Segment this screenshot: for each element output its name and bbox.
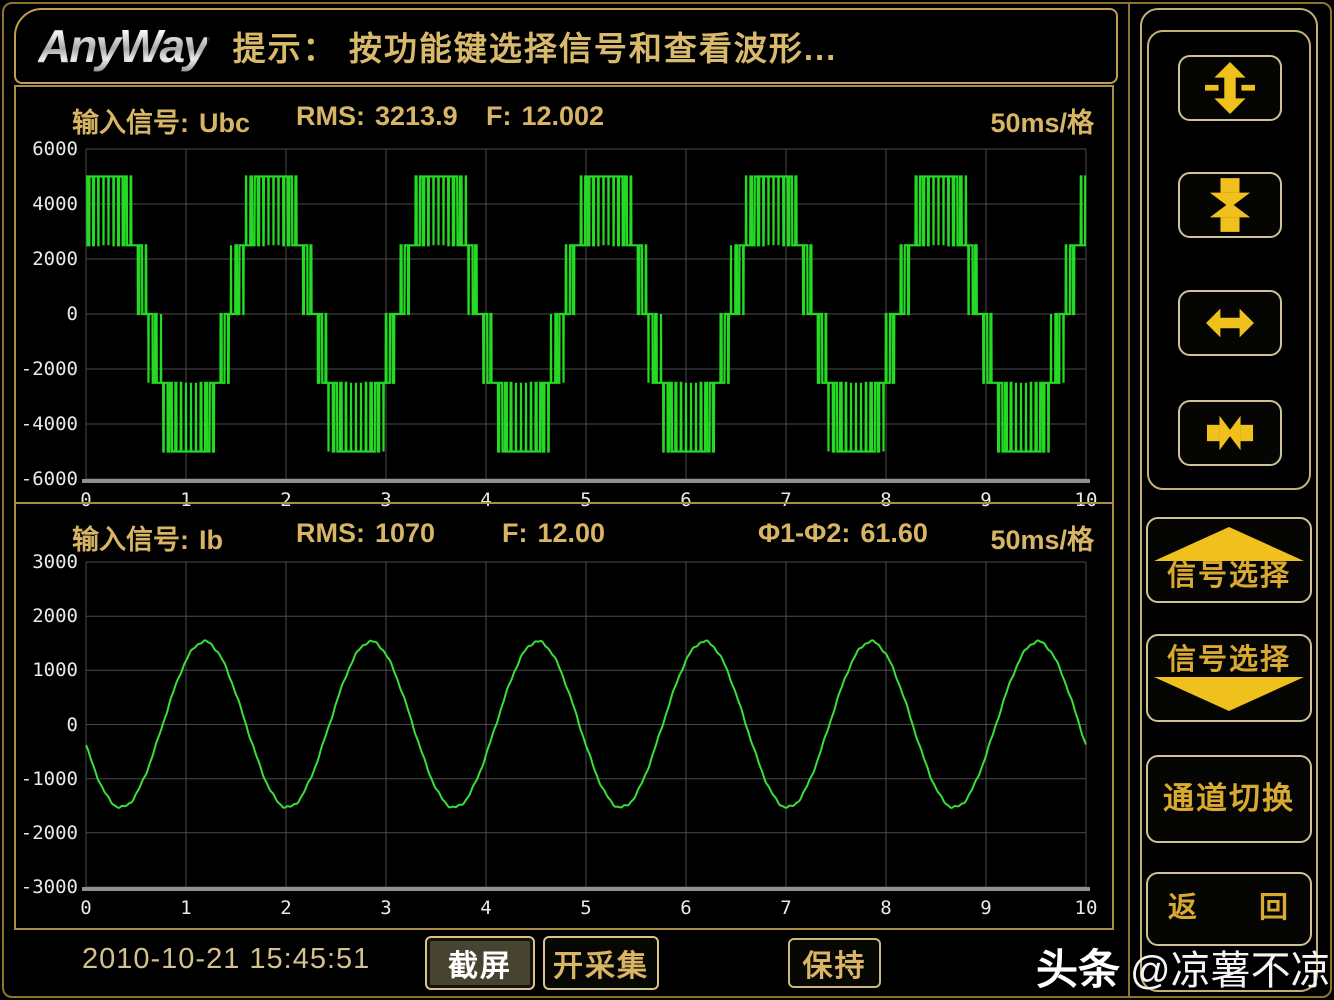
x-axis-baseline	[82, 887, 1090, 891]
signal-select-up-label: 信号选择	[1167, 561, 1291, 593]
horizontal-compress-button[interactable]	[1178, 400, 1282, 466]
ch2-phase-diff: Φ1-Φ2:61.60	[758, 518, 928, 552]
ch1-rms-value: 3213.9	[375, 101, 458, 131]
start-capture-button[interactable]: 开采集	[543, 936, 659, 990]
x-axis-tick-label: 0	[64, 897, 108, 919]
hint-message: 提示： 按功能键选择信号和查看波形...	[233, 22, 838, 70]
waveform-area: 输入信号:Ubc RMS:3213.9 F:12.002 50ms/格 6000…	[14, 85, 1114, 930]
waveform-plot	[86, 562, 1086, 887]
horizontal-expand-button[interactable]	[1178, 290, 1282, 356]
ch2-signal-name: Ib	[199, 525, 223, 555]
watermark-handle: @凉薯不凉	[1130, 938, 1331, 996]
waveform-plot	[86, 149, 1086, 479]
triangle-up-icon	[1154, 527, 1304, 561]
channel-switch-button[interactable]: 通道切换	[1146, 755, 1312, 843]
y-axis-tick-label: 2000	[18, 605, 78, 627]
x-axis-tick-label: 10	[1064, 897, 1108, 919]
x-axis-baseline	[82, 479, 1090, 483]
y-axis-tick-label: 0	[18, 714, 78, 736]
x-axis-tick-label: 8	[864, 897, 908, 919]
x-axis-tick-label: 4	[464, 897, 508, 919]
x-axis-tick-label: 6	[664, 897, 708, 919]
channel2-panel: 输入信号:Ib RMS:1070 F:12.00 Φ1-Φ2:61.60 50m…	[16, 504, 1112, 928]
hold-button[interactable]: 保持	[788, 938, 881, 988]
expand-horizontal-icon	[1199, 299, 1261, 347]
compress-vertical-icon	[1201, 177, 1259, 233]
y-axis-tick-label: -2000	[18, 822, 78, 844]
y-axis-tick-label: 3000	[18, 551, 78, 573]
ch1-signal-name: Ubc	[199, 108, 250, 138]
sidebar: 信号选择 信号选择 通道切换 返 回	[1140, 8, 1318, 992]
zoom-button-group	[1147, 30, 1311, 490]
timestamp: 2010-10-21 15:45:51	[82, 943, 370, 976]
anyway-logo: AnyWay	[38, 19, 207, 73]
back-button[interactable]: 返 回	[1146, 872, 1312, 946]
ch2-input-label: 输入信号:Ib	[72, 518, 223, 552]
x-axis-tick-label: 9	[964, 897, 1008, 919]
x-axis-tick-label: 2	[264, 897, 308, 919]
y-axis-tick-label: -3000	[18, 876, 78, 898]
expand-vertical-icon	[1201, 62, 1259, 114]
analyzer-screen: AnyWay 提示： 按功能键选择信号和查看波形... 输入信号:Ubc RMS…	[0, 0, 1334, 1000]
y-axis-tick-label: 0	[18, 303, 78, 325]
x-axis-tick-label: 1	[164, 897, 208, 919]
y-axis-tick-label: -4000	[18, 413, 78, 435]
watermark-brand: 头条	[1036, 936, 1120, 997]
ch2-freq-value: 12.00	[537, 518, 605, 548]
vertical-compress-button[interactable]	[1178, 172, 1282, 238]
back-label-left: 返	[1168, 893, 1199, 925]
y-axis-tick-label: 2000	[18, 248, 78, 270]
watermark: 头条 @凉薯不凉	[1036, 936, 1331, 997]
x-axis-tick-label: 7	[764, 897, 808, 919]
x-axis-tick-label: 5	[564, 897, 608, 919]
vertical-expand-button[interactable]	[1178, 55, 1282, 121]
screenshot-button[interactable]: 截屏	[425, 936, 535, 990]
channel-switch-label: 通道切换	[1163, 782, 1295, 816]
ch1-rms: RMS:3213.9	[296, 101, 458, 135]
bottom-bar: 2010-10-21 15:45:51 截屏 开采集 保持	[3, 930, 1128, 997]
triangle-down-icon	[1154, 677, 1304, 711]
y-axis-tick-label: 4000	[18, 193, 78, 215]
grid-lines	[86, 562, 1086, 887]
signal-select-down-button[interactable]: 信号选择	[1146, 634, 1312, 722]
ch2-frequency: F:12.00	[502, 518, 605, 552]
channel1-panel: 输入信号:Ubc RMS:3213.9 F:12.002 50ms/格 6000…	[16, 87, 1112, 502]
ch2-timebase: 50ms/格	[990, 518, 1094, 552]
ch2-phase-value: 61.60	[860, 518, 928, 548]
ch2-rms-value: 1070	[375, 518, 435, 548]
y-axis-tick-label: 6000	[18, 138, 78, 160]
title-bar: AnyWay 提示： 按功能键选择信号和查看波形...	[14, 8, 1118, 84]
sidebar-separator	[1128, 3, 1130, 997]
y-axis-tick-label: -2000	[18, 358, 78, 380]
y-axis-tick-label: 1000	[18, 659, 78, 681]
ch1-freq-value: 12.002	[521, 101, 604, 131]
x-axis-tick-label: 3	[364, 897, 408, 919]
y-axis-tick-label: -1000	[18, 768, 78, 790]
ch1-input-label: 输入信号:Ubc	[72, 101, 250, 135]
compress-horizontal-icon	[1199, 409, 1261, 457]
ch1-timebase: 50ms/格	[990, 101, 1094, 135]
back-label-right: 回	[1259, 893, 1290, 925]
ch1-frequency: F:12.002	[486, 101, 604, 135]
ch2-rms: RMS:1070	[296, 518, 435, 552]
signal-select-up-button[interactable]: 信号选择	[1146, 517, 1312, 603]
y-axis-tick-label: -6000	[18, 468, 78, 490]
signal-select-down-label: 信号选择	[1167, 645, 1291, 677]
